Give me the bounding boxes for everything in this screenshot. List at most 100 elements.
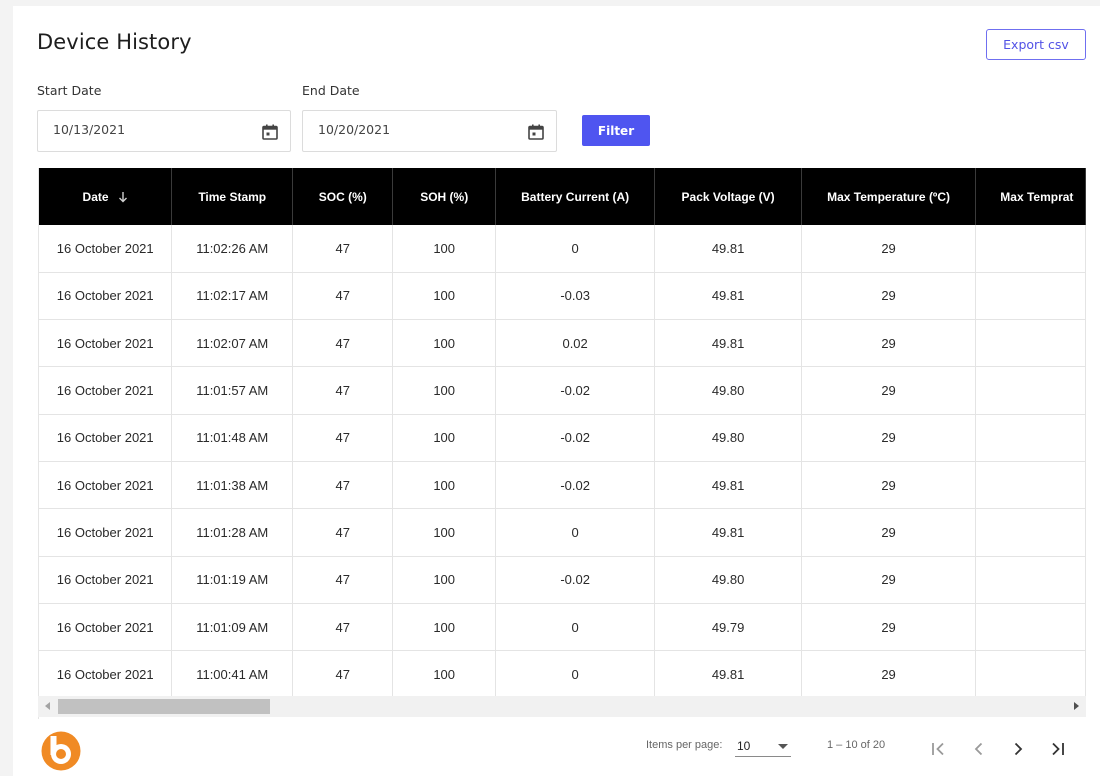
- cell-time-stamp: 11:02:07 AM: [171, 319, 294, 368]
- column-header-label: Date: [82, 189, 109, 204]
- scroll-right-arrow-icon[interactable]: [1074, 702, 1079, 710]
- calendar-icon[interactable]: [527, 123, 545, 141]
- filter-button[interactable]: Filter: [582, 115, 650, 146]
- cell-battery-current: -0.03: [495, 272, 656, 321]
- cell-soh: 100: [392, 366, 496, 415]
- table-row[interactable]: 16 October 2021 11:01:09 AM 47 100 0 49.79 29: [39, 603, 1086, 652]
- last-page-button[interactable]: [1046, 738, 1068, 760]
- next-page-button[interactable]: [1007, 738, 1029, 760]
- cell-time-stamp: 11:01:57 AM: [171, 366, 294, 415]
- cell-max-temperature: 29: [801, 319, 977, 368]
- cell-date: 16 October 2021: [39, 508, 173, 557]
- cell-soh: 100: [392, 414, 496, 462]
- horizontal-scrollbar[interactable]: [38, 696, 1086, 717]
- column-header-soh[interactable]: SOH (%): [392, 168, 496, 225]
- cell-time-stamp: 11:01:48 AM: [171, 414, 294, 462]
- table-row[interactable]: 16 October 2021 11:02:26 AM 47 100 0 49.81 29: [39, 225, 1086, 273]
- column-header-pack-voltage[interactable]: Pack Voltage (V): [654, 168, 802, 225]
- scrollbar-thumb[interactable]: [58, 699, 270, 714]
- items-per-page-select[interactable]: 10: [735, 735, 791, 757]
- page-title: Device History: [37, 30, 192, 54]
- last-page-icon: [1052, 742, 1064, 756]
- column-header-date[interactable]: Date: [39, 168, 173, 225]
- column-header-battery-current[interactable]: Battery Current (A): [495, 168, 656, 225]
- cell-soh: 100: [392, 319, 496, 368]
- table-row[interactable]: 16 October 2021 11:01:19 AM 47 100 -0.02 49.8…: [39, 556, 1086, 604]
- cell-max-temprature: [975, 272, 1086, 321]
- cell-pack-voltage: 49.81: [654, 272, 802, 321]
- cell-soc: 47: [292, 461, 394, 510]
- cell-soc: 47: [292, 508, 394, 557]
- cell-pack-voltage: 49.80: [654, 366, 802, 415]
- table-body: 16 October 2021 11:02:26 AM 47 100 0 49.81 29 1…: [39, 225, 1086, 699]
- page-range-label: 1 – 10 of 20: [827, 739, 886, 751]
- cell-soh: 100: [392, 603, 496, 652]
- cell-battery-current: 0: [495, 508, 656, 557]
- table-row[interactable]: 16 October 2021 11:01:57 AM 47 100 -0.02 49.8…: [39, 366, 1086, 415]
- history-table: Date Time Stamp SOC (%) SOH (%) Battery …: [39, 168, 1086, 699]
- table-row[interactable]: 16 October 2021 11:02:07 AM 47 100 0.02 49.81…: [39, 319, 1086, 368]
- previous-page-button[interactable]: [968, 738, 990, 760]
- items-per-page-value: 10: [737, 739, 751, 753]
- cell-soh: 100: [392, 461, 496, 510]
- cell-max-temperature: 29: [801, 366, 977, 415]
- cell-soc: 47: [292, 366, 394, 415]
- cell-max-temprature: [975, 508, 1086, 557]
- cell-time-stamp: 11:01:28 AM: [171, 508, 294, 557]
- cell-soh: 100: [392, 650, 496, 699]
- start-date-label: Start Date: [37, 83, 102, 98]
- chevron-down-icon: [778, 744, 788, 749]
- cell-soc: 47: [292, 603, 394, 652]
- cell-max-temprature: [975, 461, 1086, 510]
- table-row[interactable]: 16 October 2021 11:01:28 AM 47 100 0 49.81 29: [39, 508, 1086, 557]
- cell-pack-voltage: 49.80: [654, 556, 802, 604]
- first-page-button[interactable]: [928, 738, 950, 760]
- brand-logo-icon: [41, 731, 81, 771]
- cell-date: 16 October 2021: [39, 225, 173, 273]
- column-header-max-temperature[interactable]: Max Temperature (ºC): [801, 168, 977, 225]
- cell-date: 16 October 2021: [39, 650, 173, 699]
- cell-battery-current: 0: [495, 225, 656, 273]
- cell-pack-voltage: 49.81: [654, 508, 802, 557]
- cell-battery-current: -0.02: [495, 461, 656, 510]
- end-date-field[interactable]: 10/20/2021: [302, 110, 557, 152]
- table-row[interactable]: 16 October 2021 11:01:48 AM 47 100 -0.02 49.8…: [39, 414, 1086, 462]
- cell-soc: 47: [292, 414, 394, 462]
- cell-battery-current: 0.02: [495, 319, 656, 368]
- cell-max-temperature: 29: [801, 225, 977, 273]
- history-table-container: Date Time Stamp SOC (%) SOH (%) Battery …: [38, 168, 1086, 719]
- calendar-icon[interactable]: [261, 123, 279, 141]
- cell-max-temperature: 29: [801, 461, 977, 510]
- table-row[interactable]: 16 October 2021 11:00:41 AM 47 100 0 49.81 29: [39, 650, 1086, 699]
- cell-max-temperature: 29: [801, 414, 977, 462]
- cell-battery-current: 0: [495, 650, 656, 699]
- cell-date: 16 October 2021: [39, 319, 173, 368]
- export-csv-button[interactable]: Export csv: [986, 29, 1086, 60]
- cell-max-temprature: [975, 319, 1086, 368]
- cell-soh: 100: [392, 508, 496, 557]
- cell-max-temprature: [975, 556, 1086, 604]
- table-row[interactable]: 16 October 2021 11:01:38 AM 47 100 -0.02 49.8…: [39, 461, 1086, 510]
- cell-max-temperature: 29: [801, 272, 977, 321]
- cell-pack-voltage: 49.81: [654, 650, 802, 699]
- cell-date: 16 October 2021: [39, 366, 173, 415]
- arrow-down-icon: [118, 191, 127, 202]
- cell-date: 16 October 2021: [39, 414, 173, 462]
- scroll-left-arrow-icon[interactable]: [45, 702, 50, 710]
- start-date-field[interactable]: 10/13/2021: [37, 110, 291, 152]
- column-header-max-temprature[interactable]: Max Temprat: [975, 168, 1086, 225]
- cell-date: 16 October 2021: [39, 272, 173, 321]
- cell-battery-current: -0.02: [495, 366, 656, 415]
- cell-pack-voltage: 49.79: [654, 603, 802, 652]
- table-row[interactable]: 16 October 2021 11:02:17 AM 47 100 -0.03 49.8…: [39, 272, 1086, 321]
- cell-soc: 47: [292, 556, 394, 604]
- cell-date: 16 October 2021: [39, 556, 173, 604]
- cell-max-temperature: 29: [801, 556, 977, 604]
- cell-battery-current: -0.02: [495, 414, 656, 462]
- cell-time-stamp: 11:00:41 AM: [171, 650, 294, 699]
- cell-max-temperature: 29: [801, 650, 977, 699]
- column-header-soc[interactable]: SOC (%): [292, 168, 394, 225]
- column-header-time-stamp[interactable]: Time Stamp: [171, 168, 294, 225]
- cell-pack-voltage: 49.81: [654, 225, 802, 273]
- cell-soc: 47: [292, 272, 394, 321]
